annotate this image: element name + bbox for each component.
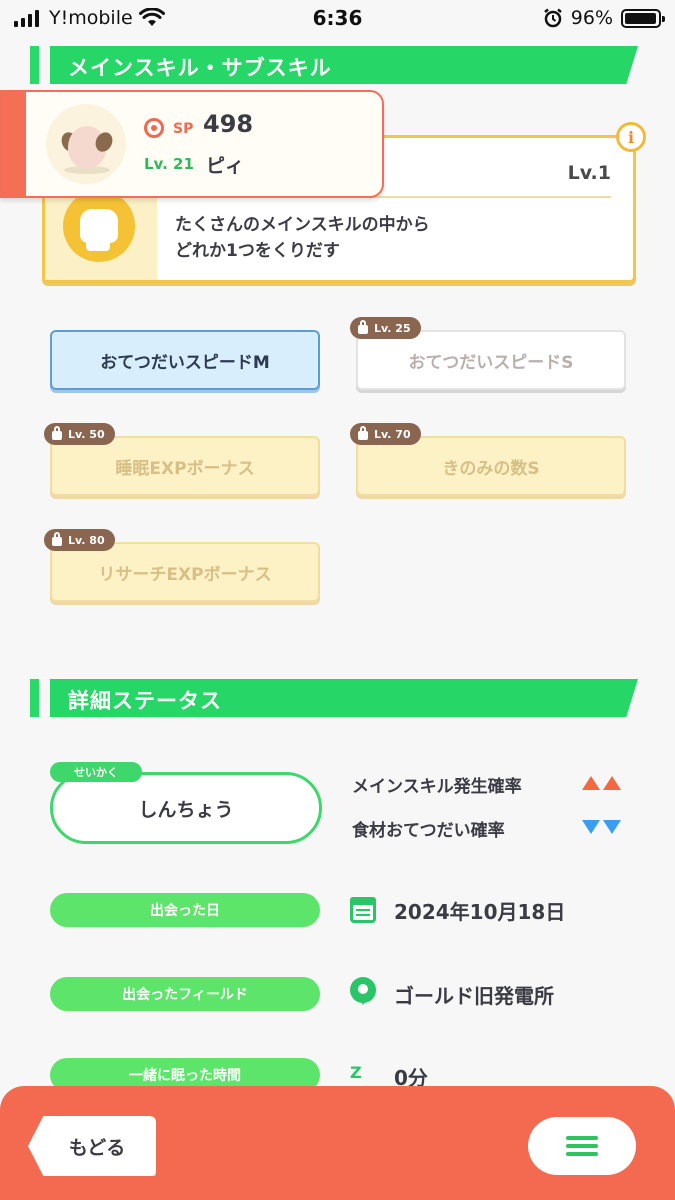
met-field-value: ゴールド旧発電所 [394,984,554,1008]
subskill-button-3[interactable]: 睡眠EXPボーナス [50,436,320,496]
lock-icon [52,426,62,440]
pokeball-icon [144,118,164,138]
sp-value: 498 [203,110,254,138]
down-arrows-icon [582,820,621,834]
subskill-lock-badge-3: Lv. 50 [44,423,115,445]
lock-icon [358,426,368,440]
subskill-lock-badge-5: Lv. 80 [44,529,115,551]
subskill-lock-badge-2: Lv. 25 [350,317,421,339]
skill-level: Lv.1 [567,162,611,184]
subskill-button-1[interactable]: おてつだいスピードM [50,330,320,390]
location-pin-icon [350,977,376,1005]
lock-level: Lv. 25 [374,321,411,335]
section-header-skills: メインスキル・サブスキル [30,46,640,84]
hamburger-icon [566,1136,598,1156]
section-header-details: 詳細ステータス [30,679,640,717]
met-date-value: 2024年10月18日 [394,900,566,924]
battery-percent: 96% [570,7,613,29]
back-button[interactable]: もどる [28,1116,156,1176]
nature-down-label: 食材おてつだい確率 [352,821,505,841]
up-arrows-icon [582,776,621,790]
calendar-icon [350,897,376,923]
subskill-button-4[interactable]: きのみの数S [356,436,626,496]
skill-fist-icon [63,190,135,262]
sleep-zzz-icon: Z z z [350,1063,374,1108]
skill-description-line1: たくさんのメインスキルの中から [175,215,430,235]
nature-value[interactable]: しんちょう [50,772,322,844]
lock-icon [358,320,368,334]
nature-tag: せいかく [50,762,142,782]
pokemon-avatar [46,104,126,184]
lock-icon [52,532,62,546]
status-bar: Y!mobile 6:36 96% [0,0,675,36]
skill-description-line2: どれか1つをくりだす [175,241,340,261]
section-title: メインスキル・サブスキル [68,56,332,80]
pokemon-level: Lv. 21 [144,155,194,173]
info-icon[interactable]: i [616,122,646,152]
alarm-icon [543,8,562,28]
pokemon-header-card [0,90,384,198]
menu-button[interactable] [528,1117,636,1175]
subskill-button-2[interactable]: おてつだいスピードS [356,330,626,390]
battery-icon [621,8,665,28]
status-right: 96% [543,7,665,29]
sp-label: SP [173,121,194,137]
met-field-label: 出会ったフィールド [50,977,320,1011]
skill-description: たくさんのメインスキルの中から どれか1つをくりだす [175,212,430,264]
pokemon-name: ピィ [206,155,245,177]
subskill-button-5[interactable]: リサーチEXPボーナス [50,542,320,602]
subskill-lock-badge-4: Lv. 70 [350,423,421,445]
lock-level: Lv. 80 [68,533,105,547]
nature-up-label: メインスキル発生確率 [352,777,522,797]
section-title: 詳細ステータス [68,689,222,713]
met-date-label: 出会った日 [50,893,320,927]
lock-level: Lv. 70 [374,427,411,441]
lock-level: Lv. 50 [68,427,105,441]
